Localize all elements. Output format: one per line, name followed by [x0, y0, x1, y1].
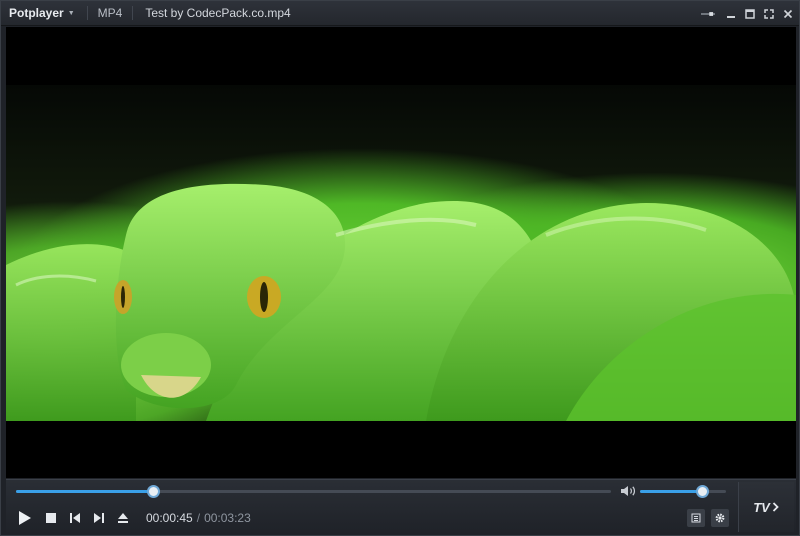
pin-icon[interactable] — [701, 7, 715, 21]
snake-image — [6, 183, 796, 421]
volume-handle[interactable] — [695, 485, 709, 498]
playlist-icon[interactable] — [687, 509, 705, 527]
video-area[interactable] — [6, 27, 796, 478]
app-name: Potplayer — [9, 6, 64, 20]
menu-dropdown-icon: ▼ — [67, 9, 75, 17]
close-icon[interactable] — [781, 7, 795, 21]
window-controls — [701, 1, 795, 26]
eject-icon[interactable] — [114, 509, 132, 527]
volume-slider[interactable] — [640, 485, 726, 498]
control-bar: 00:00:45 / 00:03:23 TV — [6, 479, 796, 535]
file-title: Test by CodecPack.co.mp4 — [145, 6, 291, 20]
format-label: MP4 — [97, 6, 123, 20]
title-bar[interactable]: Potplayer ▼ MP4 Test by CodecPack.co.mp4 — [1, 1, 799, 26]
minimize-icon[interactable] — [724, 7, 738, 21]
fullscreen-icon[interactable] — [762, 7, 776, 21]
next-icon[interactable] — [90, 509, 108, 527]
video-frame — [6, 85, 796, 421]
seek-handle[interactable] — [146, 485, 160, 498]
tv-button[interactable]: TV — [738, 482, 794, 532]
title-divider — [86, 6, 88, 20]
seek-bar[interactable] — [16, 485, 611, 498]
time-display: 00:00:45 / 00:03:23 — [146, 511, 251, 525]
maximize-icon[interactable] — [743, 7, 757, 21]
extra-controls — [687, 509, 729, 527]
player-window: Potplayer ▼ MP4 Test by CodecPack.co.mp4 — [0, 0, 800, 536]
chevron-right-icon — [772, 500, 780, 515]
total-time: 00:03:23 — [204, 511, 251, 525]
play-icon[interactable] — [14, 509, 36, 527]
playback-controls: 00:00:45 / 00:03:23 — [14, 508, 251, 528]
volume-icon[interactable] — [620, 484, 638, 498]
stop-icon[interactable] — [42, 509, 60, 527]
app-menu-button[interactable]: Potplayer ▼ — [1, 1, 75, 26]
current-time: 00:00:45 — [146, 511, 193, 525]
tv-label-group: TV — [753, 500, 780, 515]
previous-icon[interactable] — [66, 509, 84, 527]
seek-progress — [16, 490, 153, 493]
title-divider — [132, 6, 134, 20]
tv-label: TV — [753, 499, 770, 515]
settings-icon[interactable] — [711, 509, 729, 527]
time-separator: / — [196, 511, 201, 525]
volume-level — [640, 490, 702, 493]
